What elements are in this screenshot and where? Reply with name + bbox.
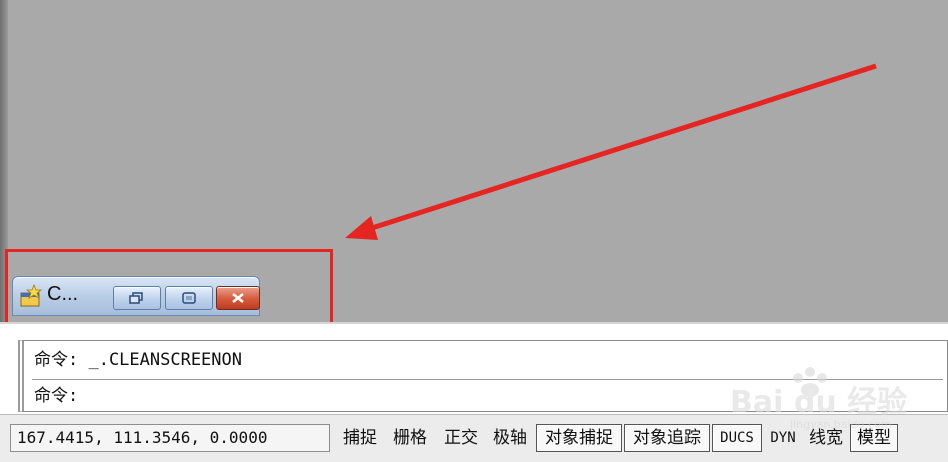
command-history-line: 命令: _.CLEANSCREENON [34,350,242,370]
autocad-window: C... 命令: _.CLEANSCREENON 命令: 167.4415, 1… [0,0,948,462]
grid-toggle[interactable]: 栅格 [386,424,434,452]
polar-toggle[interactable]: 极轴 [487,424,533,452]
watermark-subtext: jingyan.baidu.com [789,418,892,430]
osnap-toggle[interactable]: 对象捕捉 [536,424,622,452]
watermark-text: Bai du 经验 [730,385,907,420]
command-input[interactable]: 命令: [34,381,78,411]
command-area-divider [0,322,948,340]
snap-toggle[interactable]: 捕捉 [338,424,382,452]
baidu-watermark: Bai du 经验 jingyan.baidu.com [730,350,945,430]
otrack-toggle[interactable]: 对象追踪 [624,424,710,452]
paw-icon: Bai du 经验 jingyan.baidu.com [730,367,907,430]
ortho-toggle[interactable]: 正交 [438,424,484,452]
coordinate-display[interactable]: 167.4415, 111.3546, 0.0000 [10,424,330,452]
